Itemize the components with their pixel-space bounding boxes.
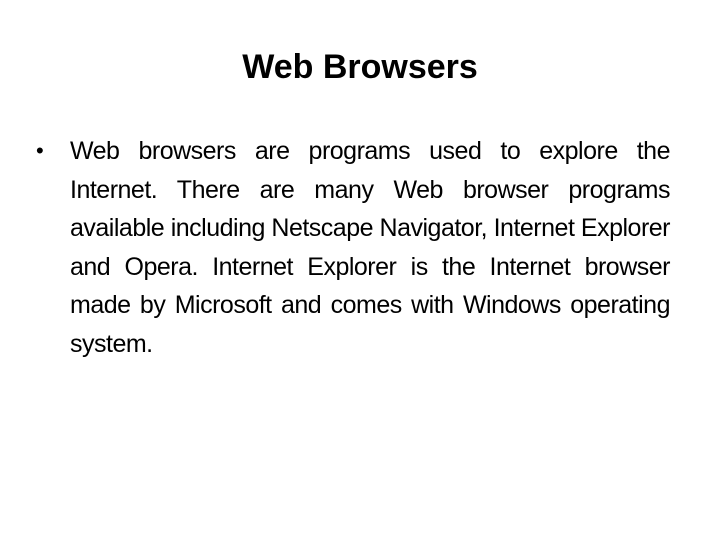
- bullet-item: • Web browsers are programs used to expl…: [36, 132, 671, 363]
- bullet-list: • Web browsers are programs used to expl…: [36, 132, 671, 363]
- bullet-text: Web browsers are programs used to explor…: [70, 137, 671, 358]
- bullet-icon: •: [36, 138, 44, 163]
- slide-title: Web Browsers: [242, 48, 478, 86]
- slide: Web Browsers • Web browsers are programs…: [0, 0, 720, 540]
